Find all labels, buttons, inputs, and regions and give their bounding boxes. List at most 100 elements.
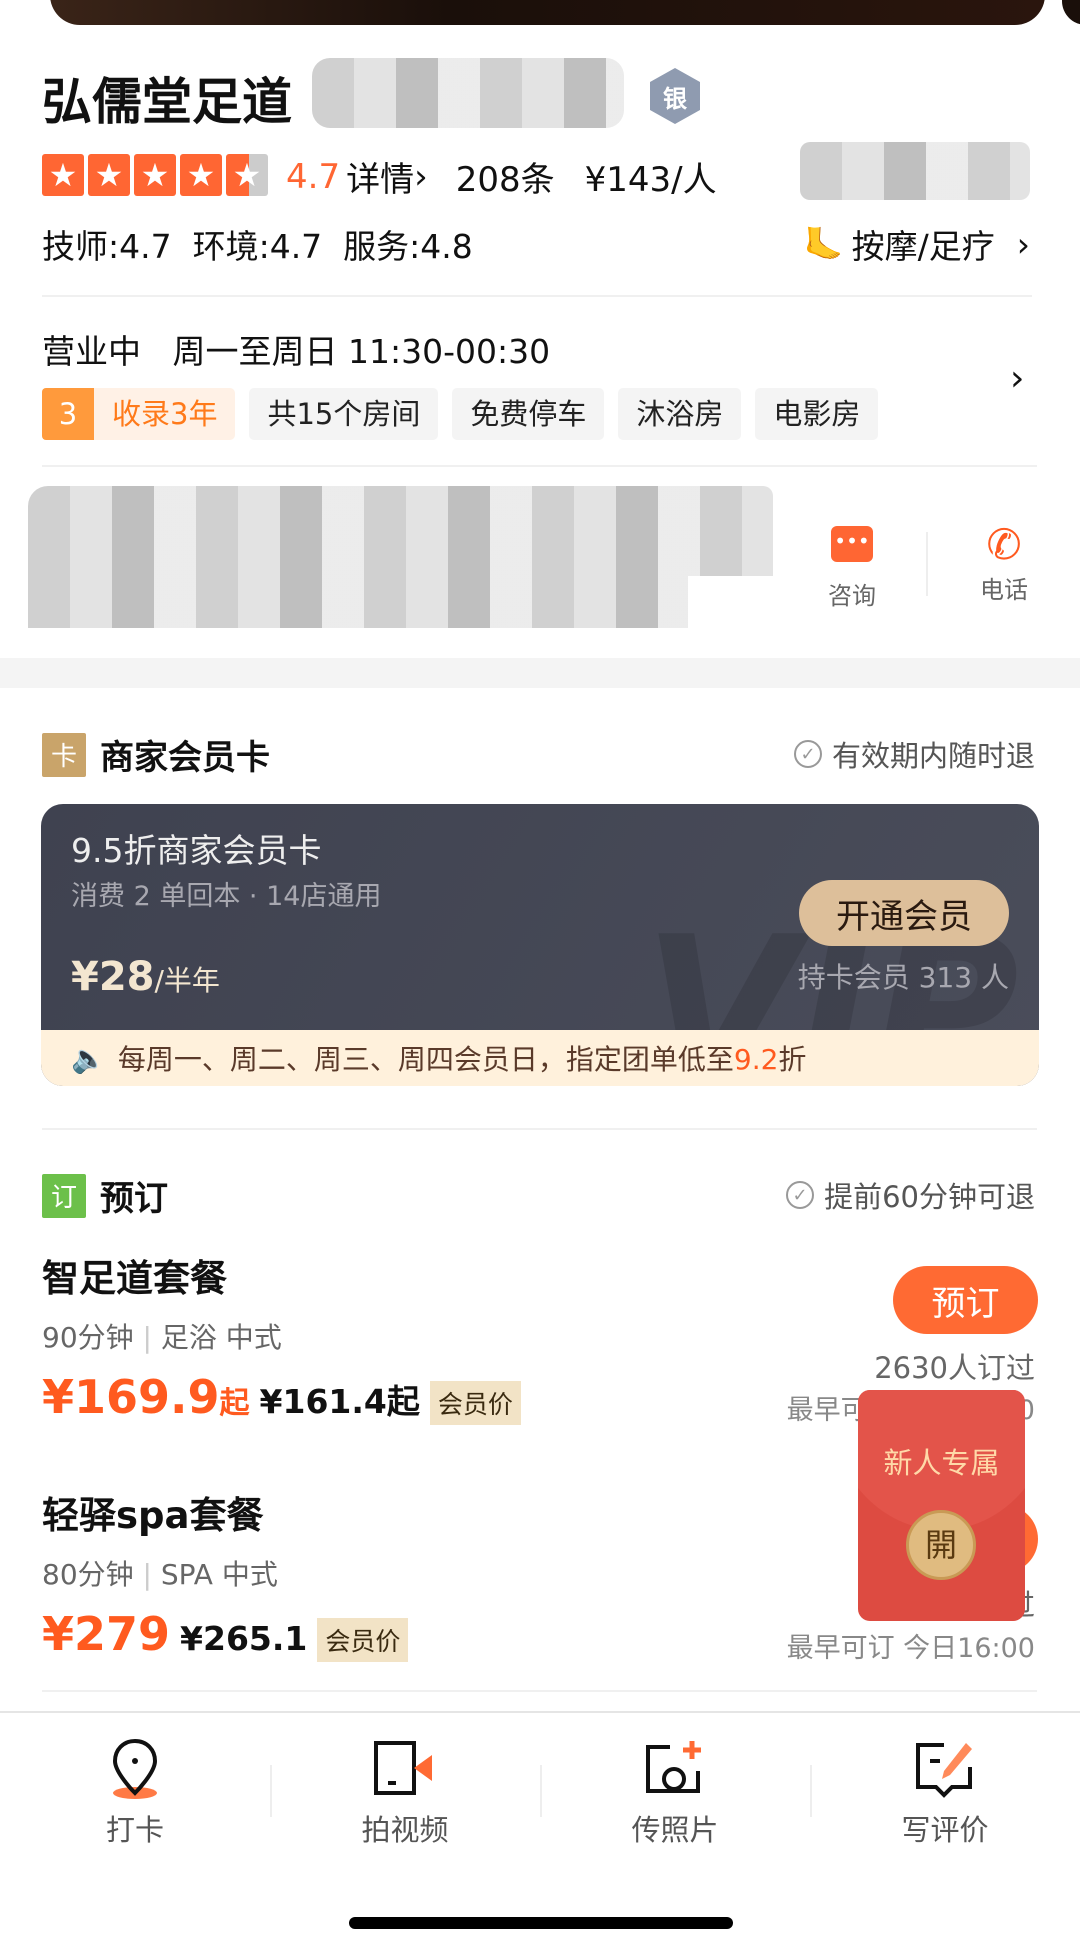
rating-score: 4.7: [286, 156, 341, 197]
card-subtitle: 消费 2 单回本 · 14店通用: [71, 881, 382, 912]
member-price-tag: 会员价: [429, 1381, 521, 1425]
card-period: /半年: [154, 964, 220, 997]
video-icon: [374, 1741, 432, 1795]
divider: [42, 1690, 1037, 1692]
envelope-open-button[interactable]: 開: [906, 1510, 976, 1580]
camera-plus-icon: [646, 1741, 701, 1793]
hours-text: 周一至周日 11:30-00:30: [172, 332, 551, 371]
price: ¥169.9: [42, 1370, 220, 1424]
divider: [42, 295, 1032, 297]
chevron-right-icon: ›: [1016, 224, 1030, 264]
blurred-address-line2[interactable]: [28, 576, 688, 628]
section-gap: [0, 658, 1080, 688]
write-review-icon: [916, 1743, 972, 1798]
blurred-ranking: [800, 142, 1030, 200]
home-indicator[interactable]: [349, 1917, 733, 1929]
member-card-title: 商家会员卡: [100, 738, 270, 778]
shop-hero-image[interactable]: [50, 0, 1045, 25]
package-item[interactable]: 轻驿spa套餐 80分钟 | SPA 中式 ¥279 ¥265.1 会员价: [42, 1485, 409, 1662]
category-label: 按摩/足疗: [851, 227, 995, 266]
booking-title: 预订: [100, 1179, 168, 1219]
card-price: ¥28/半年: [71, 954, 220, 1000]
phone-icon: ✆: [986, 520, 1022, 569]
member-card[interactable]: VIP 9.5折商家会员卡 消费 2 单回本 · 14店通用 ¥28/半年 开通…: [41, 804, 1039, 1086]
facility-tags[interactable]: 3 收录3年 共15个房间 免费停车 沐浴房 电影房: [42, 388, 879, 440]
star-icon: ★: [134, 154, 176, 196]
tag-shower: 沐浴房: [618, 388, 742, 440]
star-half-icon: ★: [226, 154, 268, 196]
year-label: 收录3年: [112, 397, 218, 431]
new-user-red-envelope[interactable]: 新人专属 開: [858, 1390, 1025, 1621]
service-type: 足浴 中式: [160, 1321, 282, 1354]
phone-button[interactable]: ✆ 电话: [964, 520, 1044, 605]
package-price: ¥279 ¥265.1 会员价: [42, 1607, 409, 1662]
nav-label: 传照片: [631, 1813, 719, 1847]
year-badge: 3: [42, 388, 94, 440]
nav-label: 写评价: [901, 1813, 989, 1847]
tag-rooms: 共15个房间: [249, 388, 439, 440]
shop-hero-image-next[interactable]: [1062, 0, 1080, 25]
blurred-branch-name: [312, 58, 624, 128]
booking-header: 订 预订: [42, 1171, 168, 1220]
review-count[interactable]: 208条: [456, 152, 555, 201]
write-review-button[interactable]: 写评价: [810, 1713, 1080, 1956]
duration: 90分钟: [42, 1321, 134, 1354]
earliest-booking: 最早可订 今日16:00: [786, 1633, 1035, 1664]
chat-bubble-icon: •••: [831, 526, 873, 562]
nav-label: 拍视频: [361, 1813, 449, 1847]
foot-icon: 🦶: [803, 225, 844, 263]
star-icon: ★: [88, 154, 130, 196]
guarantee-text: 有效期内随时退: [831, 739, 1035, 773]
package-item[interactable]: 智足道套餐 90分钟 | 足浴 中式 ¥169.9起 ¥161.4起 会员价: [42, 1248, 521, 1425]
price-value: ¥279: [42, 1607, 171, 1661]
tag-years-listed: 3 收录3年: [42, 388, 236, 440]
checkin-button[interactable]: 打卡: [0, 1713, 270, 1956]
member-price: ¥161.4起: [259, 1382, 420, 1421]
sub-scores: 技师:4.7 环境:4.7 服务:4.8: [42, 227, 473, 266]
book-button[interactable]: 预订: [893, 1266, 1038, 1334]
package-meta: 80分钟 | SPA 中式: [42, 1558, 278, 1591]
duration: 80分钟: [42, 1558, 134, 1591]
open-membership-button[interactable]: 开通会员: [799, 880, 1009, 946]
price-suffix: 起: [219, 1386, 250, 1421]
location-pin-icon: [112, 1738, 158, 1799]
card-title: 9.5折商家会员卡: [71, 831, 322, 870]
check-circle-icon: ✓: [793, 740, 822, 768]
price-per-person: ¥143/人: [584, 160, 717, 200]
card-holders: 持卡会员 313 人: [797, 961, 1009, 994]
member-price: ¥265.1: [180, 1619, 308, 1658]
guarantee-text: 提前60分钟可退: [824, 1180, 1035, 1214]
member-day-notice: 🔈 每周一、周二、周三、周四会员日，指定团单低至9.2折: [41, 1030, 1039, 1086]
booking-icon: 订: [42, 1173, 86, 1218]
member-price-tag: 会员价: [317, 1618, 409, 1662]
notice-discount: 9.2: [733, 1043, 779, 1076]
divider: [42, 465, 1037, 467]
notice-suffix: 折: [778, 1043, 807, 1076]
package-price: ¥169.9起 ¥161.4起 会员价: [42, 1370, 521, 1425]
category-link[interactable]: 🦶 按摩/足疗 ›: [804, 220, 1030, 268]
speaker-icon: 🔈: [71, 1041, 106, 1075]
tag-parking: 免费停车: [452, 388, 605, 440]
package-name: 轻驿spa套餐: [42, 1494, 264, 1537]
refund-guarantee: ✓ 有效期内随时退: [793, 733, 1035, 775]
consult-button[interactable]: ••• 咨询: [812, 526, 892, 611]
divider: [926, 532, 928, 596]
service-type: SPA 中式: [160, 1558, 278, 1591]
price-value: ¥169.9起: [42, 1370, 250, 1424]
card-price-value: ¥28: [71, 954, 155, 1000]
business-hours[interactable]: 营业中 周一至周日 11:30-00:30: [42, 325, 550, 373]
phone-label: 电话: [980, 576, 1028, 604]
star-icon: ★: [42, 154, 84, 196]
chevron-right-icon: ›: [414, 156, 428, 197]
blurred-address[interactable]: [28, 486, 773, 576]
star-icon: ★: [180, 154, 222, 196]
tag-cinema: 电影房: [755, 388, 879, 440]
package-meta: 90分钟 | 足浴 中式: [42, 1321, 282, 1354]
silver-medal-icon[interactable]: 银: [650, 68, 700, 124]
rating-row[interactable]: 4.7 详情 › 208条 ¥143/人: [286, 152, 717, 201]
star-rating: ★ ★ ★ ★ ★: [42, 154, 268, 196]
shop-name: 弘儒堂足道: [42, 73, 292, 131]
chevron-right-icon[interactable]: ›: [1010, 358, 1024, 399]
notice-text: 每周一、周二、周三、周四会员日，指定团单低至: [117, 1043, 734, 1076]
rating-detail-link[interactable]: 详情: [346, 152, 414, 201]
